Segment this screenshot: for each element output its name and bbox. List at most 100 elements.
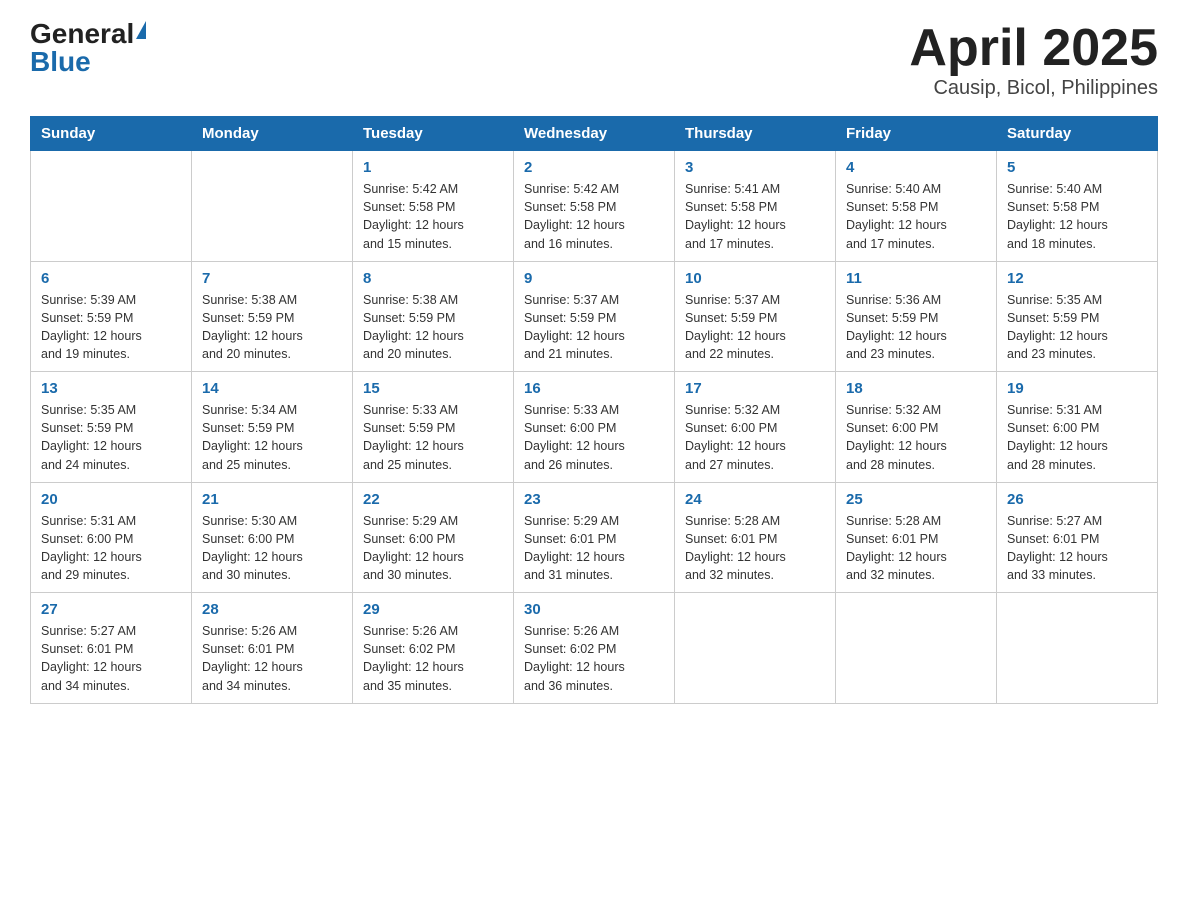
calendar-cell: 29 Sunrise: 5:26 AMSunset: 6:02 PMDayligh… xyxy=(353,593,514,704)
logo-triangle-icon xyxy=(136,21,146,39)
calendar-cell xyxy=(192,151,353,262)
day-info: Sunrise: 5:28 AMSunset: 6:01 PMDaylight:… xyxy=(685,512,825,585)
day-number: 10 xyxy=(685,270,825,287)
day-number: 13 xyxy=(41,380,181,397)
day-info: Sunrise: 5:40 AMSunset: 5:58 PMDaylight:… xyxy=(1007,180,1147,253)
day-info: Sunrise: 5:31 AMSunset: 6:00 PMDaylight:… xyxy=(41,512,181,585)
day-number: 25 xyxy=(846,491,986,508)
calendar-header-row: SundayMondayTuesdayWednesdayThursdayFrid… xyxy=(31,117,1158,151)
calendar-cell: 25Sunrise: 5:28 AMSunset: 6:01 PMDayligh… xyxy=(836,482,997,593)
calendar-week-5: 27 Sunrise: 5:27 AMSunset: 6:01 PMDayligh… xyxy=(31,593,1158,704)
calendar-title: April 2025 xyxy=(909,20,1158,77)
day-number: 17 xyxy=(685,380,825,397)
calendar-cell xyxy=(31,151,192,262)
day-info: Sunrise: 5:32 AMSunset: 6:00 PMDaylight:… xyxy=(846,401,986,474)
calendar-subtitle: Causip, Bicol, Philippines xyxy=(909,77,1158,100)
day-number: 27 xyxy=(41,601,181,618)
calendar-cell: 2 Sunrise: 5:42 AMSunset: 5:58 PMDaylight… xyxy=(514,151,675,262)
day-number: 29 xyxy=(363,601,503,618)
day-info: Sunrise: 5:35 AMSunset: 5:59 PMDaylight:… xyxy=(41,401,181,474)
calendar-cell: 3 Sunrise: 5:41 AMSunset: 5:58 PMDaylight… xyxy=(675,151,836,262)
calendar-cell xyxy=(997,593,1158,704)
calendar-header-wednesday: Wednesday xyxy=(514,117,675,151)
day-number: 21 xyxy=(202,491,342,508)
day-number: 23 xyxy=(524,491,664,508)
day-info: Sunrise: 5:27 AMSunset: 6:01 PMDaylight:… xyxy=(41,622,181,695)
day-number: 15 xyxy=(363,380,503,397)
day-number: 2 xyxy=(524,159,664,176)
day-number: 9 xyxy=(524,270,664,287)
page-header: General Blue April 2025 Causip, Bicol, P… xyxy=(30,20,1158,100)
day-number: 18 xyxy=(846,380,986,397)
day-info: Sunrise: 5:33 AMSunset: 6:00 PMDaylight:… xyxy=(524,401,664,474)
day-info: Sunrise: 5:32 AMSunset: 6:00 PMDaylight:… xyxy=(685,401,825,474)
day-info: Sunrise: 5:41 AMSunset: 5:58 PMDaylight:… xyxy=(685,180,825,253)
calendar-table: SundayMondayTuesdayWednesdayThursdayFrid… xyxy=(30,116,1158,704)
day-info: Sunrise: 5:36 AMSunset: 5:59 PMDaylight:… xyxy=(846,291,986,364)
calendar-header-sunday: Sunday xyxy=(31,117,192,151)
calendar-cell: 10 Sunrise: 5:37 AMSunset: 5:59 PMDayligh… xyxy=(675,261,836,372)
calendar-header-tuesday: Tuesday xyxy=(353,117,514,151)
day-number: 24 xyxy=(685,491,825,508)
day-info: Sunrise: 5:30 AMSunset: 6:00 PMDaylight:… xyxy=(202,512,342,585)
day-info: Sunrise: 5:40 AMSunset: 5:58 PMDaylight:… xyxy=(846,180,986,253)
calendar-cell: 5 Sunrise: 5:40 AMSunset: 5:58 PMDaylight… xyxy=(997,151,1158,262)
logo-general-text: General xyxy=(30,20,134,48)
calendar-cell: 23Sunrise: 5:29 AMSunset: 6:01 PMDayligh… xyxy=(514,482,675,593)
calendar-header-monday: Monday xyxy=(192,117,353,151)
calendar-cell xyxy=(836,593,997,704)
calendar-cell: 22 Sunrise: 5:29 AMSunset: 6:00 PMDayligh… xyxy=(353,482,514,593)
day-info: Sunrise: 5:38 AMSunset: 5:59 PMDaylight:… xyxy=(363,291,503,364)
day-number: 20 xyxy=(41,491,181,508)
day-number: 3 xyxy=(685,159,825,176)
calendar-cell: 30Sunrise: 5:26 AMSunset: 6:02 PMDayligh… xyxy=(514,593,675,704)
day-info: Sunrise: 5:29 AMSunset: 6:00 PMDaylight:… xyxy=(363,512,503,585)
calendar-cell: 21 Sunrise: 5:30 AMSunset: 6:00 PMDayligh… xyxy=(192,482,353,593)
calendar-cell: 26Sunrise: 5:27 AMSunset: 6:01 PMDayligh… xyxy=(997,482,1158,593)
calendar-cell: 13 Sunrise: 5:35 AMSunset: 5:59 PMDayligh… xyxy=(31,372,192,483)
calendar-cell: 15 Sunrise: 5:33 AMSunset: 5:59 PMDayligh… xyxy=(353,372,514,483)
day-number: 11 xyxy=(846,270,986,287)
day-info: Sunrise: 5:26 AMSunset: 6:01 PMDaylight:… xyxy=(202,622,342,695)
day-number: 8 xyxy=(363,270,503,287)
day-number: 4 xyxy=(846,159,986,176)
calendar-cell: 11 Sunrise: 5:36 AMSunset: 5:59 PMDayligh… xyxy=(836,261,997,372)
calendar-cell: 20 Sunrise: 5:31 AMSunset: 6:00 PMDayligh… xyxy=(31,482,192,593)
day-number: 1 xyxy=(363,159,503,176)
calendar-header-saturday: Saturday xyxy=(997,117,1158,151)
day-info: Sunrise: 5:39 AMSunset: 5:59 PMDaylight:… xyxy=(41,291,181,364)
calendar-cell: 12 Sunrise: 5:35 AMSunset: 5:59 PMDayligh… xyxy=(997,261,1158,372)
day-info: Sunrise: 5:26 AMSunset: 6:02 PMDaylight:… xyxy=(524,622,664,695)
day-info: Sunrise: 5:42 AMSunset: 5:58 PMDaylight:… xyxy=(524,180,664,253)
day-number: 16 xyxy=(524,380,664,397)
day-number: 22 xyxy=(363,491,503,508)
calendar-header-friday: Friday xyxy=(836,117,997,151)
calendar-header-thursday: Thursday xyxy=(675,117,836,151)
day-number: 26 xyxy=(1007,491,1147,508)
day-number: 14 xyxy=(202,380,342,397)
day-info: Sunrise: 5:42 AMSunset: 5:58 PMDaylight:… xyxy=(363,180,503,253)
day-info: Sunrise: 5:34 AMSunset: 5:59 PMDaylight:… xyxy=(202,401,342,474)
day-info: Sunrise: 5:26 AMSunset: 6:02 PMDaylight:… xyxy=(363,622,503,695)
day-number: 5 xyxy=(1007,159,1147,176)
calendar-cell: 6Sunrise: 5:39 AMSunset: 5:59 PMDaylight… xyxy=(31,261,192,372)
calendar-cell: 19Sunrise: 5:31 AMSunset: 6:00 PMDayligh… xyxy=(997,372,1158,483)
day-info: Sunrise: 5:31 AMSunset: 6:00 PMDaylight:… xyxy=(1007,401,1147,474)
calendar-cell: 4 Sunrise: 5:40 AMSunset: 5:58 PMDaylight… xyxy=(836,151,997,262)
calendar-cell: 18 Sunrise: 5:32 AMSunset: 6:00 PMDayligh… xyxy=(836,372,997,483)
calendar-week-1: 1 Sunrise: 5:42 AMSunset: 5:58 PMDaylight… xyxy=(31,151,1158,262)
calendar-cell: 16 Sunrise: 5:33 AMSunset: 6:00 PMDayligh… xyxy=(514,372,675,483)
day-info: Sunrise: 5:33 AMSunset: 5:59 PMDaylight:… xyxy=(363,401,503,474)
calendar-cell: 9 Sunrise: 5:37 AMSunset: 5:59 PMDaylight… xyxy=(514,261,675,372)
day-number: 12 xyxy=(1007,270,1147,287)
day-info: Sunrise: 5:38 AMSunset: 5:59 PMDaylight:… xyxy=(202,291,342,364)
calendar-week-2: 6Sunrise: 5:39 AMSunset: 5:59 PMDaylight… xyxy=(31,261,1158,372)
logo-blue-text: Blue xyxy=(30,48,91,76)
calendar-cell: 28Sunrise: 5:26 AMSunset: 6:01 PMDayligh… xyxy=(192,593,353,704)
day-info: Sunrise: 5:37 AMSunset: 5:59 PMDaylight:… xyxy=(524,291,664,364)
logo: General Blue xyxy=(30,20,146,76)
day-info: Sunrise: 5:35 AMSunset: 5:59 PMDaylight:… xyxy=(1007,291,1147,364)
calendar-cell xyxy=(675,593,836,704)
day-info: Sunrise: 5:37 AMSunset: 5:59 PMDaylight:… xyxy=(685,291,825,364)
calendar-cell: 27 Sunrise: 5:27 AMSunset: 6:01 PMDayligh… xyxy=(31,593,192,704)
